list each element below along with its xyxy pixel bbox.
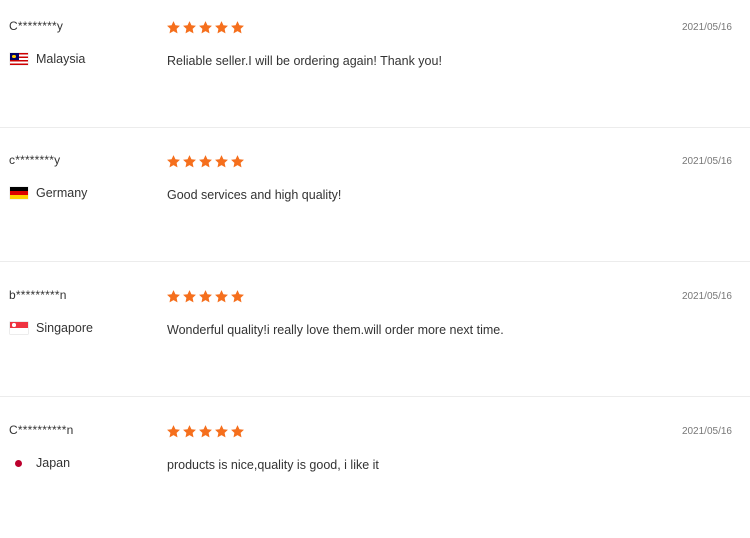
star-icon: [230, 154, 245, 169]
reviewer-country: Germany: [10, 186, 87, 200]
star-icon: [230, 20, 245, 35]
reviewer-name: C**********n: [9, 423, 74, 437]
star-icon: [198, 154, 213, 169]
divider: [0, 261, 750, 262]
star-rating: [166, 154, 245, 169]
star-icon: [198, 20, 213, 35]
reviewer-name: c********y: [9, 153, 61, 167]
reviewer-country: Singapore: [10, 321, 93, 335]
review-comment: Reliable seller.I will be ordering again…: [167, 54, 442, 68]
review-date: 2021/05/16: [681, 22, 732, 33]
review-date: 2021/05/16: [681, 426, 732, 437]
country-label: Singapore: [36, 321, 93, 335]
review-comment: Good services and high quality!: [167, 188, 342, 202]
japan-flag-icon: [10, 457, 28, 469]
reviewer-name: C********y: [9, 19, 64, 33]
star-icon: [182, 20, 197, 35]
star-icon: [230, 424, 245, 439]
star-icon: [166, 20, 181, 35]
star-rating: [166, 289, 245, 304]
review-date: 2021/05/16: [681, 291, 732, 302]
divider: [0, 396, 750, 397]
country-label: Malaysia: [36, 52, 86, 66]
review-item: C**********n Japan products is nice,qual…: [0, 404, 750, 538]
review-item: c********y Germany Good services and hig…: [0, 134, 750, 268]
star-icon: [214, 20, 229, 35]
germany-flag-icon: [10, 187, 28, 199]
review-list: C********y Malaysia Reliable seller.I wi…: [0, 0, 750, 500]
reviewer-country: Japan: [10, 456, 70, 470]
review-comment: products is nice,quality is good, i like…: [167, 458, 379, 472]
singapore-flag-icon: [10, 322, 28, 334]
country-label: Germany: [36, 186, 88, 200]
reviewer-country: Malaysia: [10, 52, 85, 66]
review-item: C********y Malaysia Reliable seller.I wi…: [0, 0, 750, 134]
review-date: 2021/05/16: [681, 156, 732, 167]
star-icon: [214, 154, 229, 169]
review-item: b*********n Singapore Wonderful quality!…: [0, 269, 750, 403]
star-icon: [214, 289, 229, 304]
divider: [0, 127, 750, 128]
star-icon: [198, 289, 213, 304]
review-comment: Wonderful quality!i really love them.wil…: [167, 323, 504, 337]
malaysia-flag-icon: [10, 53, 28, 65]
star-icon: [182, 154, 197, 169]
star-icon: [166, 154, 181, 169]
star-icon: [182, 424, 197, 439]
star-icon: [214, 424, 229, 439]
star-icon: [182, 289, 197, 304]
reviewer-name: b*********n: [9, 288, 67, 302]
star-icon: [198, 424, 213, 439]
country-label: Japan: [36, 456, 71, 470]
star-rating: [166, 20, 245, 35]
star-icon: [230, 289, 245, 304]
star-icon: [166, 424, 181, 439]
star-rating: [166, 424, 245, 439]
star-icon: [166, 289, 181, 304]
